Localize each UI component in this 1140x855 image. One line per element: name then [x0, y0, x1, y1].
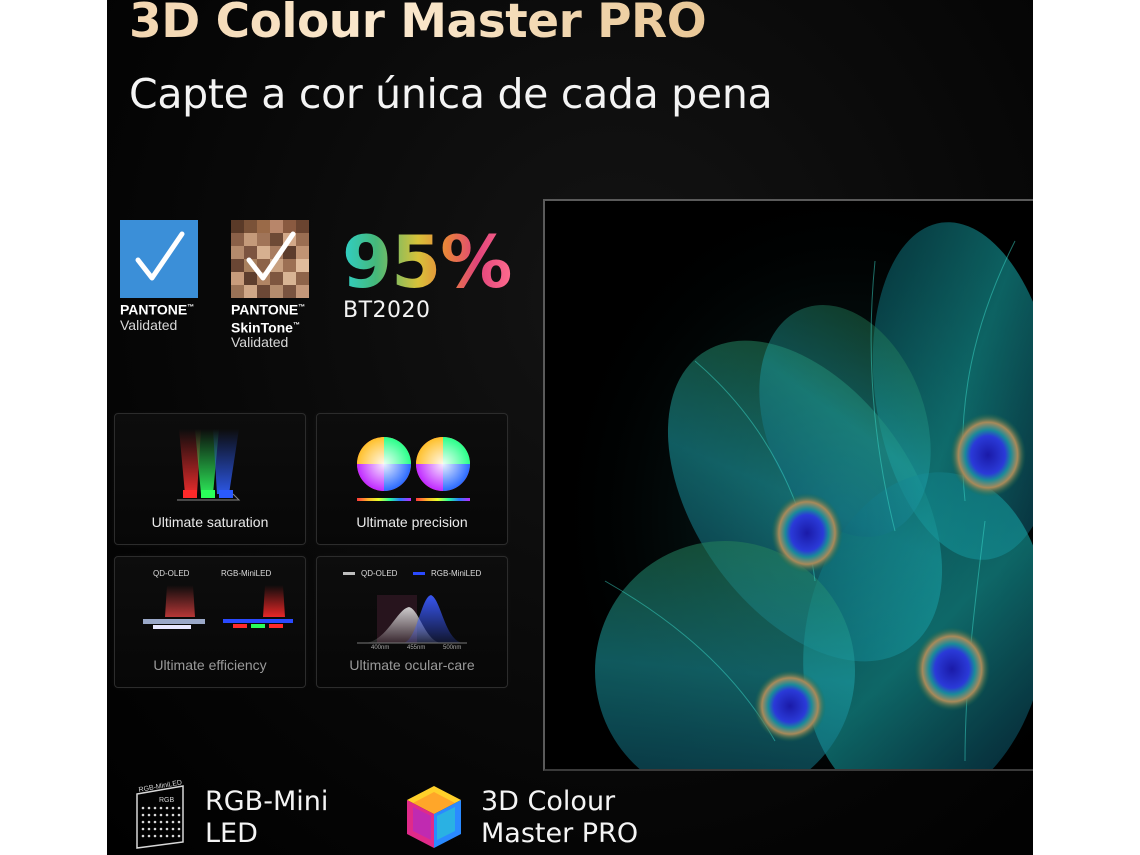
feather-eye — [914, 627, 990, 711]
tile-ultimate-saturation: Ultimate saturation — [114, 413, 306, 545]
feather-eye — [771, 493, 843, 573]
checkmark-icon — [120, 220, 198, 298]
feature-label-line1: RGB-Mini — [205, 786, 329, 817]
axis-label-500: 500nm — [443, 645, 462, 651]
tile-ultimate-efficiency: QD-OLED RGB-MiniLED Ultimate efficiency — [114, 556, 306, 688]
tile-caption: Ultimate saturation — [151, 514, 269, 530]
feather-eye — [950, 413, 1026, 497]
feature-label-line2: Master PRO — [481, 818, 639, 849]
checkmark-icon — [231, 220, 309, 298]
peacock-feathers-picture — [545, 201, 1033, 769]
spectrum-curve-illustration — [357, 595, 467, 644]
page-subtitle: Capte a cor única de cada pena — [129, 70, 773, 118]
feature-label-line1: 3D Colour — [481, 786, 616, 817]
rgb-miniled-chip-icon: RGB-MiniLED RGB — [131, 779, 189, 855]
color-cube-icon — [403, 782, 465, 855]
pantone-brand: PANTONE — [120, 301, 188, 318]
tile-ultimate-precision: Ultimate precision — [316, 413, 508, 545]
color-wheels-illustration — [357, 437, 470, 501]
svg-text:RGB: RGB — [159, 797, 175, 804]
gamut-standard: BT2020 — [343, 298, 431, 323]
gamut-percentage: 95% — [342, 220, 512, 304]
page-title: 3D Colour Master PRO — [129, 0, 707, 49]
pantone-validated-text: Validated — [120, 316, 178, 333]
pantone-validated-badge: PANTONE™ Validated — [120, 220, 198, 333]
svg-text:RGB-MiniLED: RGB-MiniLED — [138, 780, 183, 794]
promo-canvas: 3D Colour Master PRO Capte a cor única d… — [107, 0, 1033, 855]
efficiency-illustration — [143, 585, 293, 629]
feature-label-line2: LED — [205, 818, 258, 849]
color-wheel-right — [416, 437, 470, 491]
color-wheel-left — [357, 437, 411, 491]
skintone-text: SkinTone — [231, 319, 293, 336]
axis-label-400: 400nm — [371, 645, 390, 651]
led-spectrum-illustration — [177, 429, 241, 501]
skintone-validated-text: Validated — [231, 334, 289, 351]
axis-label-455: 455nm — [407, 645, 426, 651]
pantone-skintone-badge: PANTONE™ SkinTone™ Validated — [231, 220, 309, 350]
tile-caption: Ultimate precision — [356, 514, 468, 530]
feature-rgb-miniled: RGB-Mini LED — [205, 786, 328, 850]
feature-3d-colour-master: 3D Colour Master PRO — [481, 786, 638, 850]
tv-display-peacock-image — [543, 199, 1033, 771]
tile-caption: Ultimate ocular-care — [349, 657, 475, 673]
pantone-brand: PANTONE — [231, 301, 299, 318]
tile-caption: Ultimate efficiency — [153, 657, 267, 673]
tile-ultimate-ocular-care: QD-OLED RGB-MiniLED 400nm 455nm 500nm Ul… — [316, 556, 508, 688]
feather-eye — [754, 670, 826, 742]
